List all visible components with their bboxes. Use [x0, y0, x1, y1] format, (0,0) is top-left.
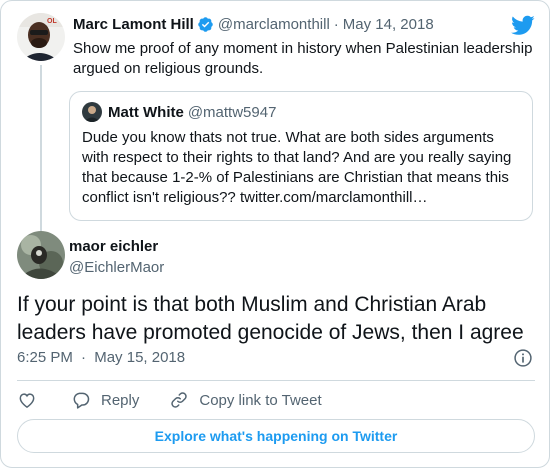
- tweet-actions: Reply Copy link to Tweet: [17, 389, 352, 411]
- main-tweet-header: maor eichler @EichlerMaor: [17, 231, 517, 281]
- parent-tweet-header: Marc Lamont Hill @marclamonthill · May 1…: [73, 16, 434, 33]
- twitter-logo-icon[interactable]: [511, 13, 535, 37]
- parent-display-name[interactable]: Marc Lamont Hill: [73, 16, 194, 33]
- quoted-tweet-text: Dude you know thats not true. What are b…: [82, 129, 512, 206]
- tweet-embed-card: OL Marc Lamont Hill @marclamonthill · Ma…: [0, 0, 550, 468]
- parent-avatar[interactable]: OL: [17, 13, 65, 61]
- reply-button[interactable]: Reply: [71, 390, 139, 410]
- quoted-tweet-header: Matt White @mattw5947: [82, 102, 276, 122]
- reply-label: Reply: [101, 391, 140, 409]
- quoted-avatar: [82, 102, 102, 122]
- heart-icon: [19, 393, 35, 408]
- main-display-name[interactable]: maor eichler: [69, 238, 158, 255]
- quoted-handle: @mattw5947: [187, 103, 277, 121]
- main-avatar[interactable]: [17, 231, 65, 279]
- parent-date[interactable]: May 14, 2018: [343, 16, 434, 33]
- separator-dot: ·: [81, 349, 87, 366]
- divider: [17, 380, 535, 381]
- svg-text:OL: OL: [47, 18, 57, 25]
- info-icon[interactable]: [513, 348, 533, 368]
- link-icon: [171, 392, 188, 408]
- reply-bubble-icon: [73, 392, 90, 409]
- separator-dot: ·: [333, 16, 339, 33]
- explore-twitter-button[interactable]: Explore what's happening on Twitter: [17, 419, 535, 453]
- parent-tweet[interactable]: OL Marc Lamont Hill @marclamonthill · Ma…: [17, 13, 535, 235]
- verified-badge-icon: [198, 17, 213, 32]
- tweet-time[interactable]: 6:25 PM: [17, 349, 73, 366]
- thread-connector-line: [40, 65, 42, 235]
- copy-link-button[interactable]: Copy link to Tweet: [169, 390, 322, 410]
- parent-tweet-text: Show me proof of any moment in history w…: [73, 40, 533, 77]
- quoted-display-name: Matt White: [108, 103, 184, 121]
- tweet-timestamp[interactable]: 6:25 PM · May 15, 2018: [17, 349, 185, 366]
- main-tweet-text: If your point is that both Muslim and Ch…: [17, 293, 524, 344]
- copy-link-label: Copy link to Tweet: [199, 391, 322, 409]
- like-button[interactable]: [17, 390, 37, 410]
- tweet-date[interactable]: May 15, 2018: [94, 349, 185, 366]
- quoted-tweet[interactable]: Matt White @mattw5947 Dude you know that…: [69, 91, 533, 221]
- main-handle[interactable]: @EichlerMaor: [69, 259, 164, 276]
- parent-handle[interactable]: @marclamonthill: [218, 16, 330, 33]
